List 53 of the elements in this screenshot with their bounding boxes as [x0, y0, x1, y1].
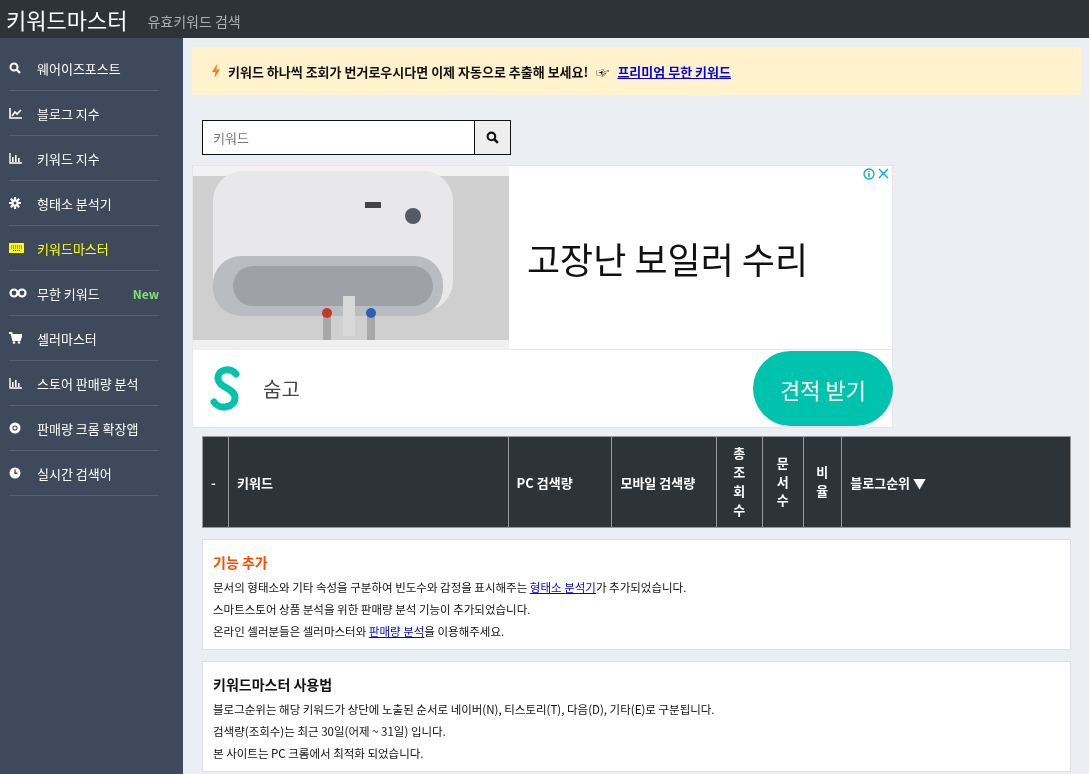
notice-title: 기능 추가: [213, 552, 269, 572]
banner-text: 키워드 하나씩 조회가 번거로우시다면 이제 자동으로 추출해 보세요!: [228, 61, 589, 81]
notice-text: 문서의 형태소와 기타 속성을 구분하여 빈도수와 감정을 표시해주는 형태소 분석기가 추가되었습니다.: [213, 578, 688, 597]
close-icon[interactable]: [878, 168, 889, 179]
pointing-hand-icon: ☞: [596, 61, 610, 81]
sidebar-item[interactable]: 셀러마스터: [9, 316, 159, 361]
column-header: -: [202, 436, 229, 528]
search-icon: [486, 131, 499, 144]
sidebar-item[interactable]: 웨어이즈포스트: [9, 46, 159, 91]
line-chart-icon: [9, 107, 22, 119]
column-header: PC 검색량: [508, 436, 612, 528]
sidebar-item[interactable]: 스토어 판매량 분석: [9, 361, 159, 406]
keyboard-icon: [9, 243, 24, 253]
sidebar-item[interactable]: 키워드 지수: [9, 136, 159, 181]
notice-text: 검색량(조회수)는 최근 30일(어제 ~ 31일) 입니다.: [213, 722, 447, 741]
new-label: New: [132, 284, 159, 302]
ad-brand-name: 숨고: [263, 374, 301, 403]
sidebar-item[interactable]: 키워드마스터: [9, 226, 159, 271]
keyword-search-field[interactable]: 키워드: [202, 120, 474, 155]
clock-icon: [9, 467, 21, 479]
sidebar-item[interactable]: 블로그 지수: [9, 91, 159, 136]
column-header[interactable]: 블로그순위 ▼: [841, 436, 1071, 528]
site-subtitle: 유효키워드 검색: [147, 10, 241, 31]
gear-icon: [9, 197, 21, 209]
sidebar-item[interactable]: 형태소 분석기: [9, 181, 159, 226]
browser-logo-icon: [9, 422, 21, 434]
column-header: 모바일 검색량: [611, 436, 717, 528]
column-header: 비율: [803, 436, 842, 528]
notice-text: 스마트스토어 상품 분석을 위한 판매량 분석 기능이 추가되었습니다.: [213, 600, 532, 619]
bar-chart-icon: [9, 377, 22, 389]
cart-icon: [9, 332, 22, 344]
feature-link[interactable]: 판매량 분석: [368, 623, 425, 639]
brand-logo-icon: [209, 365, 243, 412]
ad-headline: 고장난 보일러 수리: [527, 231, 809, 284]
info-icon[interactable]: [863, 168, 875, 180]
search-button[interactable]: [474, 120, 511, 155]
lightning-icon: [212, 64, 220, 78]
bar-chart-icon: [9, 152, 22, 164]
column-header: 문서수: [762, 436, 804, 528]
premium-link[interactable]: 프리미엄 무한 키워드: [617, 61, 731, 81]
infinity-icon: [9, 288, 27, 298]
column-header: 총조회수: [716, 436, 763, 528]
sidebar-item[interactable]: 실시간 검색어: [9, 451, 159, 496]
notice-text: 블로그순위는 해당 키워드가 상단에 노출된 순서로 네이버(N), 티스토리(T), 다음(D), 기타(E)로 구분됩니다.: [213, 700, 716, 719]
notice-title: 키워드마스터 사용법: [213, 674, 334, 694]
column-header: 키워드: [228, 436, 509, 528]
search-icon: [9, 62, 21, 74]
sidebar-item[interactable]: 판매량 크롬 확장앱: [9, 406, 159, 451]
sidebar-item[interactable]: 무한 키워드 New: [9, 271, 159, 316]
feature-link[interactable]: 형태소 분석기: [529, 579, 596, 595]
notice-text: 본 사이트는 PC 크롬에서 최적화 되었습니다.: [213, 744, 425, 763]
notice-text: 온라인 셀러분들은 셀러마스터와 판매량 분석을 이용해주세요.: [213, 622, 506, 641]
site-title: 키워드마스터: [6, 3, 128, 35]
